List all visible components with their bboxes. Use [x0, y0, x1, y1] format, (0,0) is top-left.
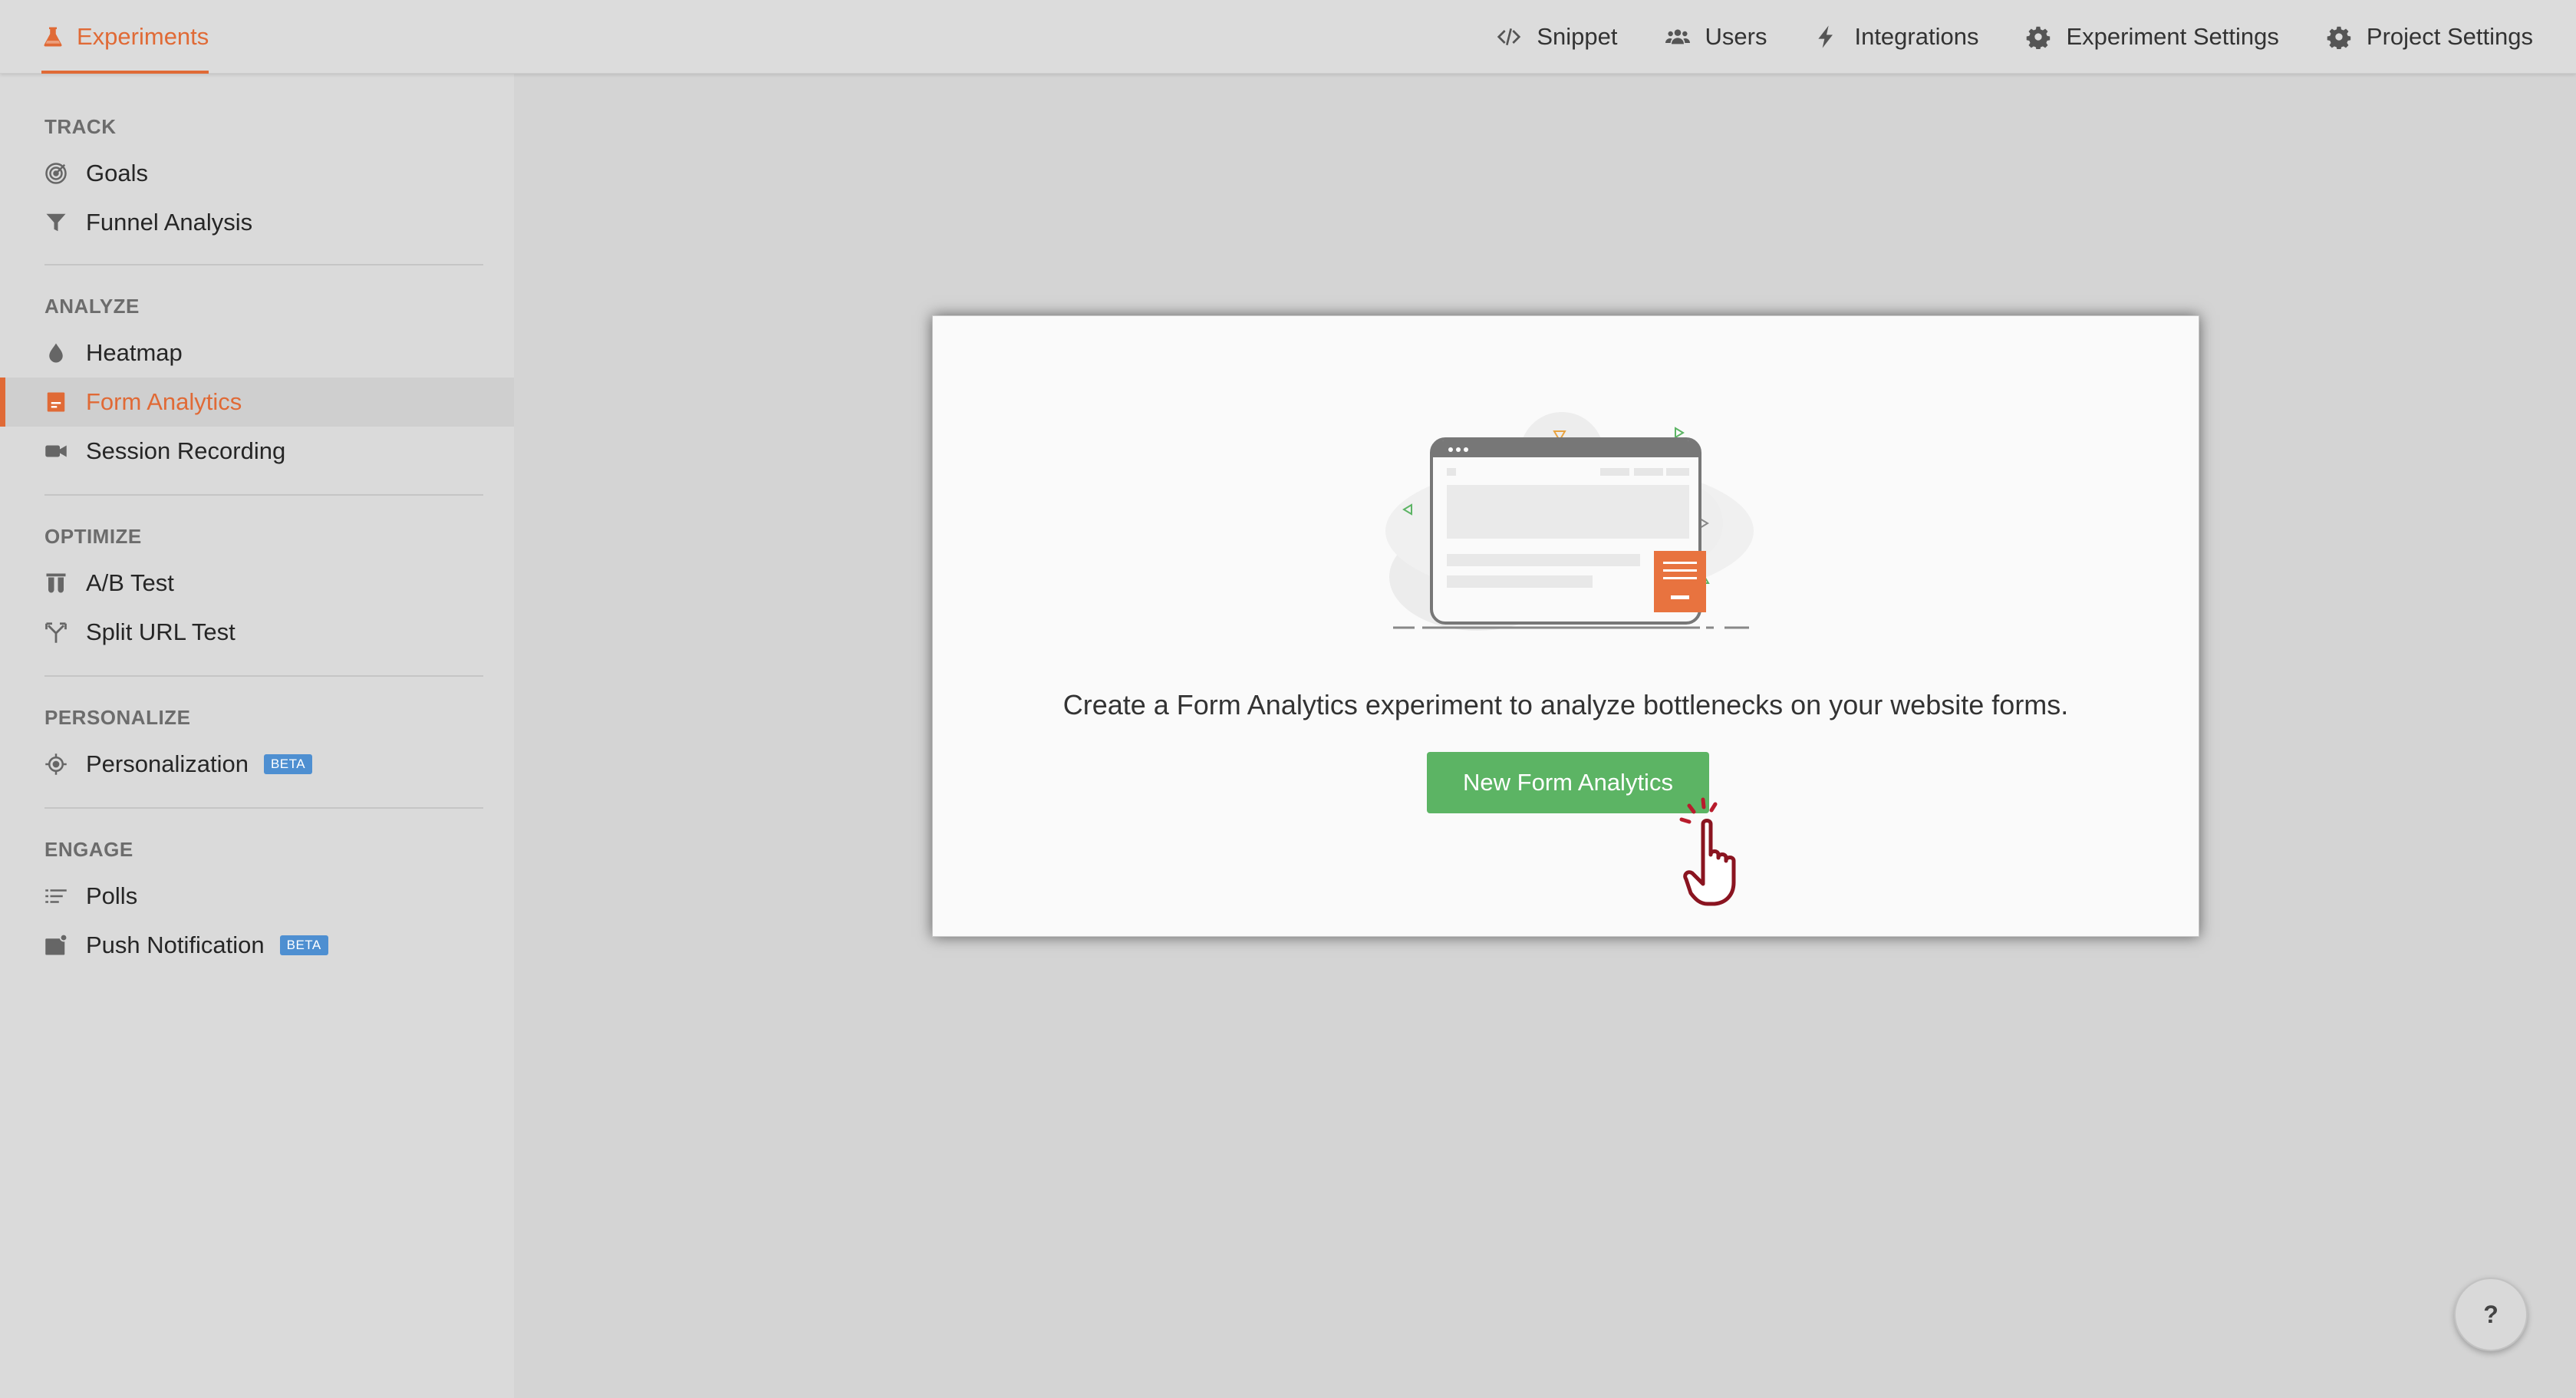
sidebar: TRACK Goals Funnel Analysis ANALYZE Heat… [0, 74, 514, 1398]
section-title: ENGAGE [44, 838, 133, 861]
pointer-hand-icon [1679, 797, 1736, 906]
tab-experiments-label: Experiments [77, 23, 209, 50]
top-bar: Experiments Snippet Users Integrations E… [0, 0, 2576, 74]
crosshair-icon [45, 753, 67, 775]
empty-state-panel: Create a Form Analytics experiment to an… [932, 315, 2199, 937]
sidebar-item-funnel-analysis[interactable]: Funnel Analysis [0, 198, 514, 247]
list-icon [45, 889, 67, 903]
sidebar-item-label: Split URL Test [86, 618, 236, 645]
tab-experiments[interactable]: Experiments [41, 0, 209, 74]
section-optimize: OPTIMIZE A/B Test Split URL Test [0, 496, 514, 657]
sidebar-item-split-url-test[interactable]: Split URL Test [0, 608, 514, 657]
nav-project-settings[interactable]: Project Settings [2327, 23, 2533, 51]
test-tubes-icon [46, 573, 66, 593]
beta-badge: BETA [263, 754, 313, 774]
sidebar-item-label: Polls [86, 882, 138, 909]
users-icon [1665, 29, 1690, 45]
sidebar-item-goals[interactable]: Goals [0, 149, 514, 198]
sidebar-item-label: Session Recording [86, 437, 286, 464]
target-icon [45, 163, 67, 184]
section-title: TRACK [44, 115, 117, 138]
section-analyze: ANALYZE Heatmap Form Analytics Session R… [0, 265, 514, 476]
gear-icon [2027, 26, 2051, 49]
sidebar-item-polls[interactable]: Polls [0, 872, 514, 921]
sidebar-item-form-analytics[interactable]: Form Analytics [0, 378, 514, 427]
bell-box-icon [45, 934, 68, 955]
form-icon [47, 392, 65, 412]
section-title: ANALYZE [44, 295, 140, 318]
sidebar-item-ab-test[interactable]: A/B Test [0, 559, 514, 608]
sidebar-item-label: A/B Test [86, 569, 174, 596]
nav-snippet-label: Snippet [1537, 23, 1618, 50]
top-nav: Snippet Users Integrations Experiment Se… [1497, 0, 2533, 74]
gear-icon [2327, 26, 2351, 49]
funnel-icon [46, 213, 66, 232]
nav-project-settings-label: Project Settings [2366, 23, 2533, 50]
nav-users-label: Users [1705, 23, 1767, 50]
sidebar-item-push-notification[interactable]: Push Notification BETA [0, 921, 514, 970]
nav-experiment-settings-label: Experiment Settings [2066, 23, 2279, 50]
nav-snippet[interactable]: Snippet [1497, 23, 1618, 51]
video-camera-icon [45, 445, 67, 457]
drop-icon [49, 343, 63, 363]
nav-integrations[interactable]: Integrations [1814, 23, 1978, 51]
sidebar-item-label: Heatmap [86, 339, 183, 366]
help-button[interactable]: ? [2454, 1278, 2528, 1351]
nav-experiment-settings[interactable]: Experiment Settings [2026, 23, 2279, 51]
sidebar-item-label: Goals [86, 160, 148, 186]
sidebar-item-personalization[interactable]: Personalization BETA [0, 740, 514, 789]
form-analytics-illustration [1385, 412, 1754, 631]
section-track: TRACK Goals Funnel Analysis [0, 74, 514, 247]
sidebar-item-label: Funnel Analysis [86, 209, 253, 236]
beta-badge: BETA [279, 935, 328, 955]
section-title: PERSONALIZE [44, 706, 191, 729]
code-icon [1497, 28, 1521, 45]
section-engage: ENGAGE Polls Push Notification BETA [0, 809, 514, 970]
nav-integrations-label: Integrations [1854, 23, 1979, 50]
new-form-analytics-button[interactable]: New Form Analytics [1427, 752, 1709, 813]
sidebar-item-label: Form Analytics [86, 388, 242, 415]
lightning-icon [1818, 25, 1833, 48]
section-title: OPTIMIZE [44, 525, 142, 548]
sidebar-item-label: Push Notification [86, 931, 265, 958]
sidebar-item-label: Personalization [86, 750, 249, 777]
sidebar-item-heatmap[interactable]: Heatmap [0, 328, 514, 378]
split-icon [45, 622, 67, 643]
flask-icon [44, 27, 62, 47]
section-personalize: PERSONALIZE Personalization BETA [0, 677, 514, 789]
empty-state-message: Create a Form Analytics experiment to an… [1062, 689, 2069, 720]
nav-users[interactable]: Users [1665, 23, 1767, 51]
sidebar-item-session-recording[interactable]: Session Recording [0, 427, 514, 476]
